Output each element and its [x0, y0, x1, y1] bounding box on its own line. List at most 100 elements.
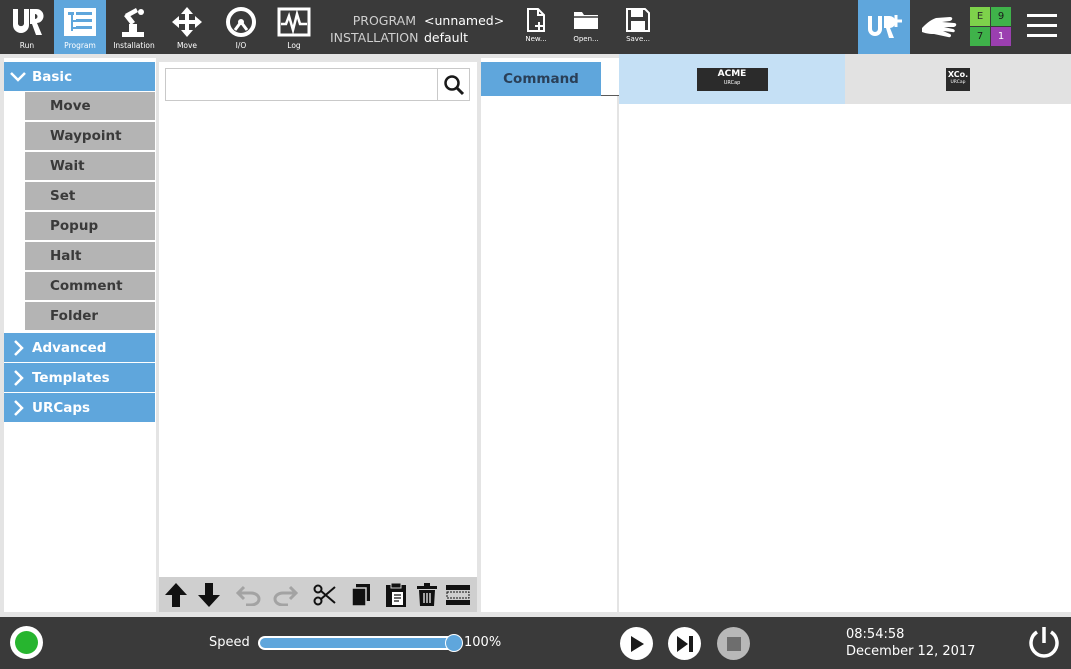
paste-icon[interactable] [382, 581, 410, 609]
category-basic[interactable]: Basic [4, 62, 155, 91]
node-folder[interactable]: Folder [25, 302, 155, 330]
cut-icon[interactable] [311, 581, 339, 609]
stop-icon [726, 636, 741, 651]
node-waypoint[interactable]: Waypoint [25, 122, 155, 150]
top-bar: Run Program Installation Move I/O Log PR… [0, 0, 1071, 54]
ur-plus-icon [868, 15, 902, 38]
save-button[interactable]: Save... [616, 0, 660, 54]
node-halt[interactable]: Halt [25, 242, 155, 270]
open-label: Open... [573, 35, 599, 43]
io-button[interactable]: I/O [215, 0, 267, 54]
run-button[interactable]: Run [1, 0, 53, 54]
undo-icon[interactable] [235, 581, 263, 609]
io-gauge-icon [226, 7, 256, 37]
urcap-tab-xco[interactable]: XCo. URCap [845, 54, 1071, 104]
chevron-down-icon [4, 71, 32, 83]
run-label: Run [19, 41, 35, 50]
speed-slider-knob[interactable] [445, 634, 463, 652]
node-set[interactable]: Set [25, 182, 155, 210]
program-label: Program [64, 41, 96, 50]
new-label: New... [525, 35, 547, 43]
hamburger-menu-icon[interactable] [1024, 10, 1060, 44]
redo-icon[interactable] [271, 581, 299, 609]
move-label: Move [176, 41, 198, 50]
step-button[interactable] [668, 627, 701, 660]
search-icon[interactable] [437, 69, 469, 100]
node-wait[interactable]: Wait [25, 152, 155, 180]
save-label: Save... [626, 35, 650, 43]
category-templates-label: Templates [32, 369, 110, 386]
stop-button[interactable] [717, 627, 750, 660]
panel-divider [617, 96, 619, 612]
category-advanced[interactable]: Advanced [4, 333, 155, 362]
speed-slider[interactable] [258, 634, 463, 652]
category-advanced-label: Advanced [32, 339, 107, 356]
program-name: <unnamed> [424, 13, 505, 28]
program-button[interactable]: Program [54, 0, 106, 54]
move-up-icon[interactable] [162, 581, 190, 609]
status-indicator[interactable]: E 9 7 1 [970, 7, 1011, 47]
time-text: 08:54:58 [846, 627, 905, 642]
folder-icon [574, 12, 598, 29]
clock: 08:54:58 December 12, 2017 [846, 626, 975, 660]
speed-slider-fill [260, 638, 454, 648]
chevron-right-icon [4, 339, 32, 357]
new-file-icon [527, 8, 545, 32]
status-w-count: 1 [991, 27, 1011, 46]
bottom-bar: Speed 100% 08:54:58 December 12, 2017 [0, 617, 1071, 669]
date-text: December 12, 2017 [846, 644, 976, 659]
node-comment[interactable]: Comment [25, 272, 155, 300]
category-templates[interactable]: Templates [4, 363, 155, 392]
command-panel: Command ACME URCap XCo. URCap [481, 54, 1071, 612]
new-button[interactable]: New... [514, 0, 558, 54]
installation-key: INSTALLATION [330, 30, 419, 45]
freedrive-button[interactable] [914, 0, 964, 54]
search-field[interactable] [165, 68, 470, 101]
log-chart-icon [277, 7, 311, 37]
status-e-count: 9 [991, 7, 1011, 26]
copy-icon[interactable] [347, 581, 375, 609]
hand-icon [922, 17, 957, 38]
urcap-tab-acme[interactable]: ACME URCap [619, 54, 845, 104]
robot-arm-icon [122, 8, 144, 37]
xco-logo-sub: URCap [950, 80, 966, 85]
robot-power-indicator[interactable] [10, 626, 43, 659]
shutdown-button[interactable] [1026, 625, 1062, 661]
delete-icon[interactable] [413, 581, 441, 609]
play-button[interactable] [620, 627, 653, 660]
tab-command[interactable]: Command [481, 62, 601, 96]
installation-button[interactable]: Installation [108, 0, 160, 54]
node-move[interactable]: Move [25, 92, 155, 120]
program-key: PROGRAM [352, 13, 416, 28]
installation-name: default [424, 30, 468, 45]
tree-toolbar [159, 577, 477, 612]
category-basic-label: Basic [32, 68, 73, 85]
installation-label: Installation [113, 41, 155, 50]
log-button[interactable]: Log [268, 0, 320, 54]
category-urcaps-label: URCaps [32, 399, 91, 416]
io-label: I/O [235, 41, 247, 50]
move-button[interactable]: Move [161, 0, 213, 54]
ur-plus-button[interactable] [858, 0, 910, 54]
xco-logo-name: XCo. [947, 70, 969, 79]
save-icon [626, 8, 650, 32]
acme-logo: ACME URCap [696, 67, 768, 91]
program-info: PROGRAM <unnamed> INSTALLATION default [330, 12, 504, 46]
category-urcaps[interactable]: URCaps [4, 393, 155, 422]
move-down-icon[interactable] [195, 581, 223, 609]
log-label: Log [287, 41, 301, 50]
suppress-icon[interactable] [444, 581, 472, 609]
power-status-dot [15, 631, 38, 654]
program-tree-panel [159, 62, 477, 612]
node-popup[interactable]: Popup [25, 212, 155, 240]
urcap-tabs: ACME URCap XCo. URCap [619, 54, 1071, 104]
program-tree-icon [64, 8, 96, 36]
step-icon [676, 635, 693, 652]
xco-logo: XCo. URCap [946, 67, 970, 91]
ur-logo-icon [13, 8, 44, 35]
status-w: 7 [970, 27, 990, 46]
acme-logo-name: ACME [717, 69, 747, 79]
program-nodes-panel: Basic Move Waypoint Wait Set Popup Halt … [4, 58, 156, 612]
open-button[interactable]: Open... [564, 0, 608, 54]
chevron-right-icon [4, 369, 32, 387]
